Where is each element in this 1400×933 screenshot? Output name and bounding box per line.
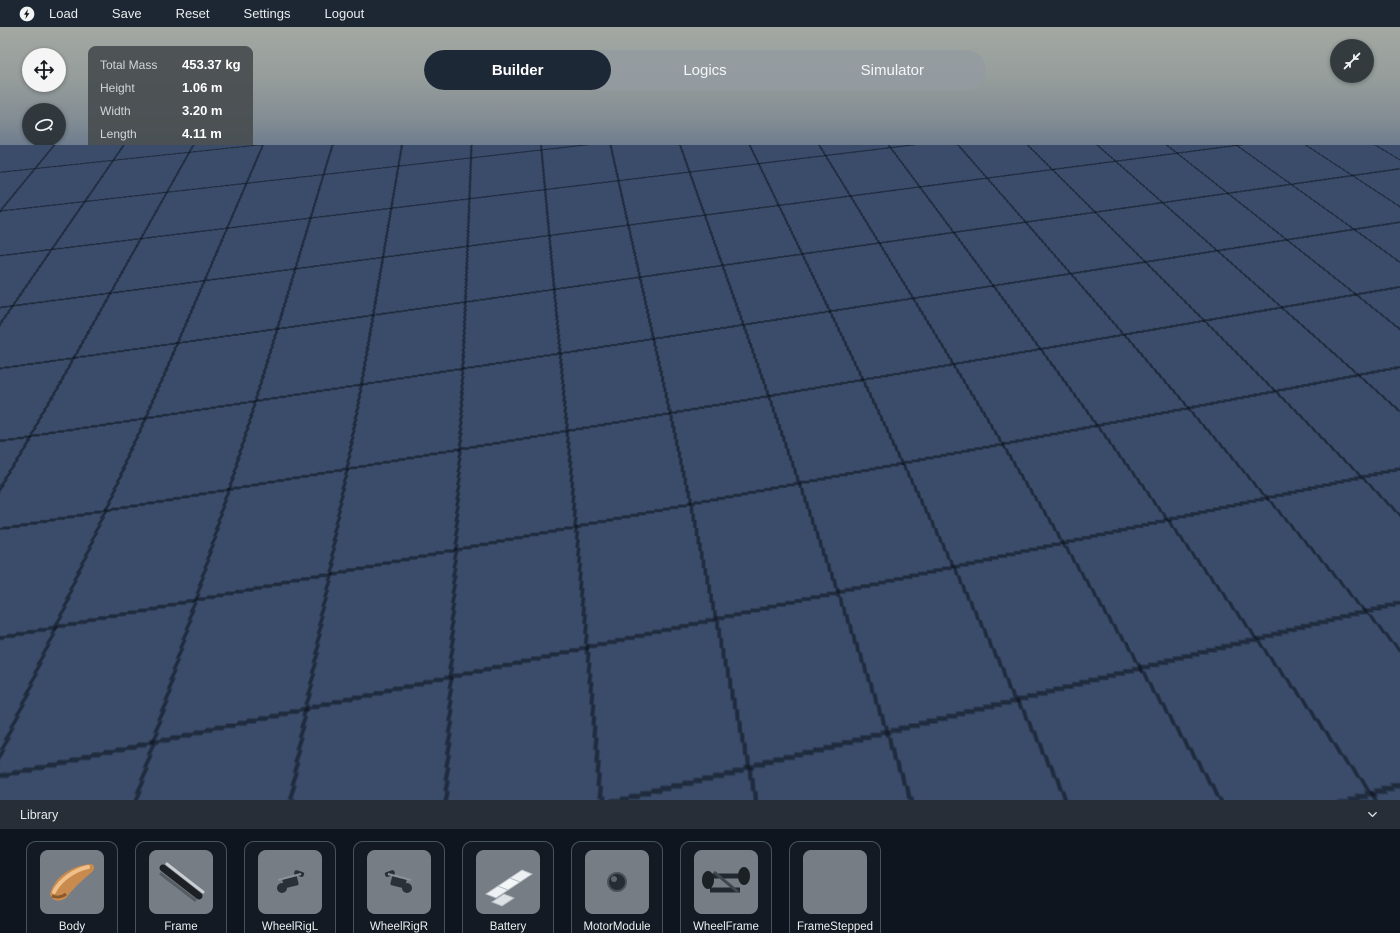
library-item-body[interactable]: Body — [26, 841, 118, 933]
badge-unlink[interactable] — [1090, 502, 1130, 542]
unlink-icon — [1099, 511, 1121, 533]
stats-panel: Total Mass453.37 kgHeight1.06 mWidth3.20… — [88, 46, 253, 153]
library-item-label: WheelRigR — [370, 921, 428, 933]
library-item-wheelrigl[interactable]: WheelRigL — [244, 841, 336, 933]
move-tool-button[interactable] — [22, 48, 66, 92]
library-item-label: WheelFrame — [693, 921, 759, 933]
library-parts-tray: Body Frame WheelRigL WheelRigR Battery MotorM… — [0, 829, 1400, 933]
badge-unlink[interactable] — [554, 311, 590, 347]
power-icon — [292, 430, 313, 451]
app-root: Load Save Reset Settings Logout — [0, 0, 1400, 933]
library-item-framestepped[interactable]: FrameStepped — [789, 841, 881, 933]
stat-label: Width — [100, 101, 178, 121]
menu-bar: Load Save Reset Settings Logout — [0, 0, 1400, 27]
hint-text: Drag gizmo to transform — [284, 774, 423, 788]
scale-tool-button[interactable] — [22, 158, 66, 202]
hint-bar: F to focus | Q/W/E for Move/Scale/Rotate | D… — [0, 769, 1400, 792]
mode-tabs: BuilderLogicsSimulator — [424, 50, 986, 90]
link-icon — [1265, 455, 1295, 485]
library-item-motormodule[interactable]: MotorModule — [571, 841, 663, 933]
library-item-label: Battery — [490, 921, 526, 933]
library-item-label: FrameStepped — [797, 921, 873, 933]
frame-thumb-icon — [149, 850, 213, 914]
collapse-icon — [1340, 49, 1364, 73]
badge-power[interactable] — [738, 303, 770, 335]
lightning-icon[interactable] — [19, 6, 35, 22]
stat-label: Length — [100, 124, 178, 144]
frame-stepped-thumb-icon — [803, 850, 867, 914]
wheel-frame-thumb-icon — [694, 850, 758, 914]
library-title: Library — [20, 808, 58, 822]
library-item-label: WheelRigL — [262, 921, 318, 933]
hint-text: F to focus — [20, 774, 77, 788]
hint-separator: | — [535, 774, 538, 788]
menu-item-load[interactable]: Load — [49, 6, 78, 21]
rotate-tool-button[interactable] — [22, 103, 66, 147]
power-icon — [425, 347, 441, 363]
badge-link[interactable] — [1254, 444, 1306, 496]
chevron-down-icon[interactable] — [1365, 807, 1380, 822]
hint-separator: | — [432, 774, 435, 788]
badge-link[interactable] — [621, 243, 659, 281]
hint-separator: | — [86, 774, 89, 788]
library-item-battery[interactable]: Battery — [462, 841, 554, 933]
move-icon — [32, 58, 56, 82]
link-icon — [629, 251, 650, 272]
badge-link[interactable] — [461, 254, 501, 294]
library-item-wheelframe[interactable]: WheelFrame — [680, 841, 772, 933]
wheelrig-right-thumb-icon — [367, 850, 431, 914]
rotate-icon — [32, 113, 56, 137]
tab-simulator[interactable]: Simulator — [799, 50, 986, 90]
library-item-frame[interactable]: Frame — [135, 841, 227, 933]
stat-value: 453.37 kg — [182, 55, 241, 75]
battery-thumb-icon — [476, 850, 540, 914]
menu-item-settings[interactable]: Settings — [244, 6, 291, 21]
menu-item-reset[interactable]: Reset — [176, 6, 210, 21]
menu-item-logout[interactable]: Logout — [325, 6, 365, 21]
stat-label: Height — [100, 78, 178, 98]
stat-label: Total Mass — [100, 55, 178, 75]
library-item-wheelrigr[interactable]: WheelRigR — [353, 841, 445, 933]
library-item-label: Body — [59, 921, 85, 933]
motor-module-thumb-icon — [585, 850, 649, 914]
collapse-button[interactable] — [1330, 39, 1374, 83]
badge-link[interactable] — [1035, 519, 1077, 561]
unlink-icon — [562, 319, 582, 339]
scale-icon — [32, 168, 56, 192]
hint-text: Delete to remove — [548, 774, 645, 788]
tab-logics[interactable]: Logics — [611, 50, 798, 90]
link-icon — [1044, 528, 1068, 552]
link-icon — [470, 263, 492, 285]
wheelrig-left-thumb-icon — [258, 850, 322, 914]
tab-builder[interactable]: Builder — [424, 50, 611, 90]
hint-text: Q/W/E for Move/Scale/Rotate — [98, 774, 262, 788]
power-icon — [745, 310, 762, 327]
menu-item-save[interactable]: Save — [112, 6, 142, 21]
library-header[interactable]: Library — [0, 800, 1400, 829]
library-item-label: Frame — [164, 921, 197, 933]
viewport-3d[interactable]: Total Mass453.37 kgHeight1.06 mWidth3.20… — [0, 27, 1400, 800]
hint-separator: | — [272, 774, 275, 788]
ground — [0, 145, 1400, 800]
stat-value: 4.11 m — [182, 124, 241, 144]
stat-value: 1.06 m — [182, 78, 241, 98]
stat-value: 3.20 m — [182, 101, 241, 121]
badge-power[interactable] — [284, 422, 322, 460]
hint-text: Ctrl+C to copy — [444, 774, 526, 788]
menu: Load Save Reset Settings Logout — [49, 6, 364, 21]
badge-power[interactable] — [418, 340, 448, 370]
library-item-label: MotorModule — [583, 921, 650, 933]
body-thumb-icon — [40, 850, 104, 914]
